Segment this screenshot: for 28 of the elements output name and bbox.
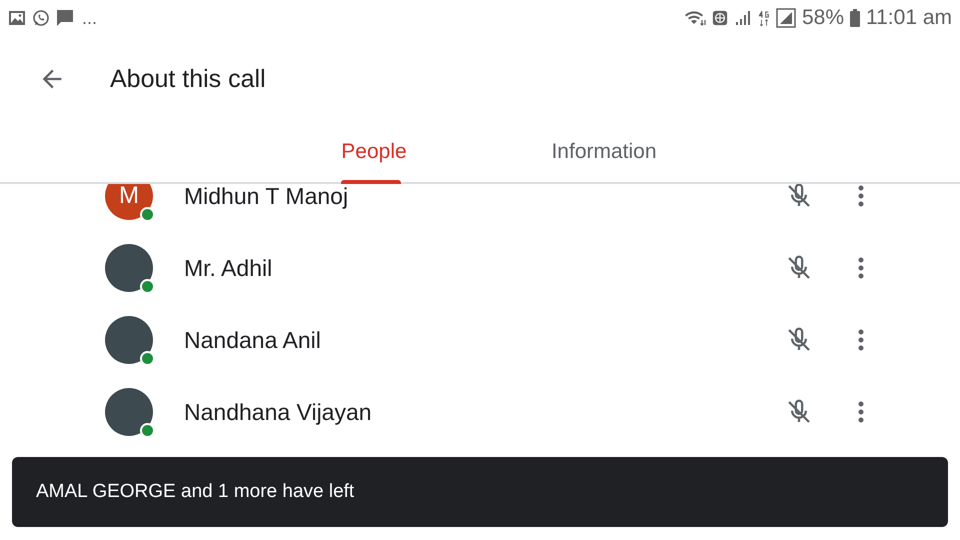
- participant-name: Midhun T Manoj: [184, 184, 350, 208]
- more-notifications-text: ...: [82, 8, 98, 28]
- clock-time: 11:01 am: [866, 6, 952, 30]
- network-4g-icon: [758, 8, 770, 28]
- avatar-photo-placeholder: [105, 244, 153, 292]
- participant-name: Nandhana Vijayan: [184, 400, 373, 424]
- battery-percentage: 58%: [802, 6, 844, 30]
- tab[interactable]: Information: [489, 122, 719, 182]
- chat-bubble-icon: [32, 9, 50, 27]
- more-options-icon[interactable]: [858, 185, 864, 207]
- participant-name: Mr. Adhil: [184, 256, 274, 280]
- message-icon: [56, 9, 74, 27]
- wifi-icon: [684, 9, 706, 27]
- tab[interactable]: People: [259, 122, 489, 182]
- avatar-photo-placeholder: [105, 388, 153, 436]
- avatar: M: [105, 184, 153, 220]
- participant-name: Nandana Anil: [184, 328, 322, 352]
- more-options-icon[interactable]: [858, 329, 864, 351]
- screen-title: About this call: [110, 64, 266, 94]
- image-icon: [8, 9, 26, 27]
- signal-icon: [776, 8, 796, 28]
- more-options-icon[interactable]: [858, 257, 864, 279]
- signal-icon: [734, 9, 752, 27]
- globe-icon: [712, 10, 728, 26]
- battery-icon: [850, 9, 860, 27]
- snackbar-message: AMAL GEORGE and 1 more have left: [12, 457, 948, 527]
- avatar-photo-placeholder: [105, 316, 153, 364]
- more-options-icon[interactable]: [858, 401, 864, 423]
